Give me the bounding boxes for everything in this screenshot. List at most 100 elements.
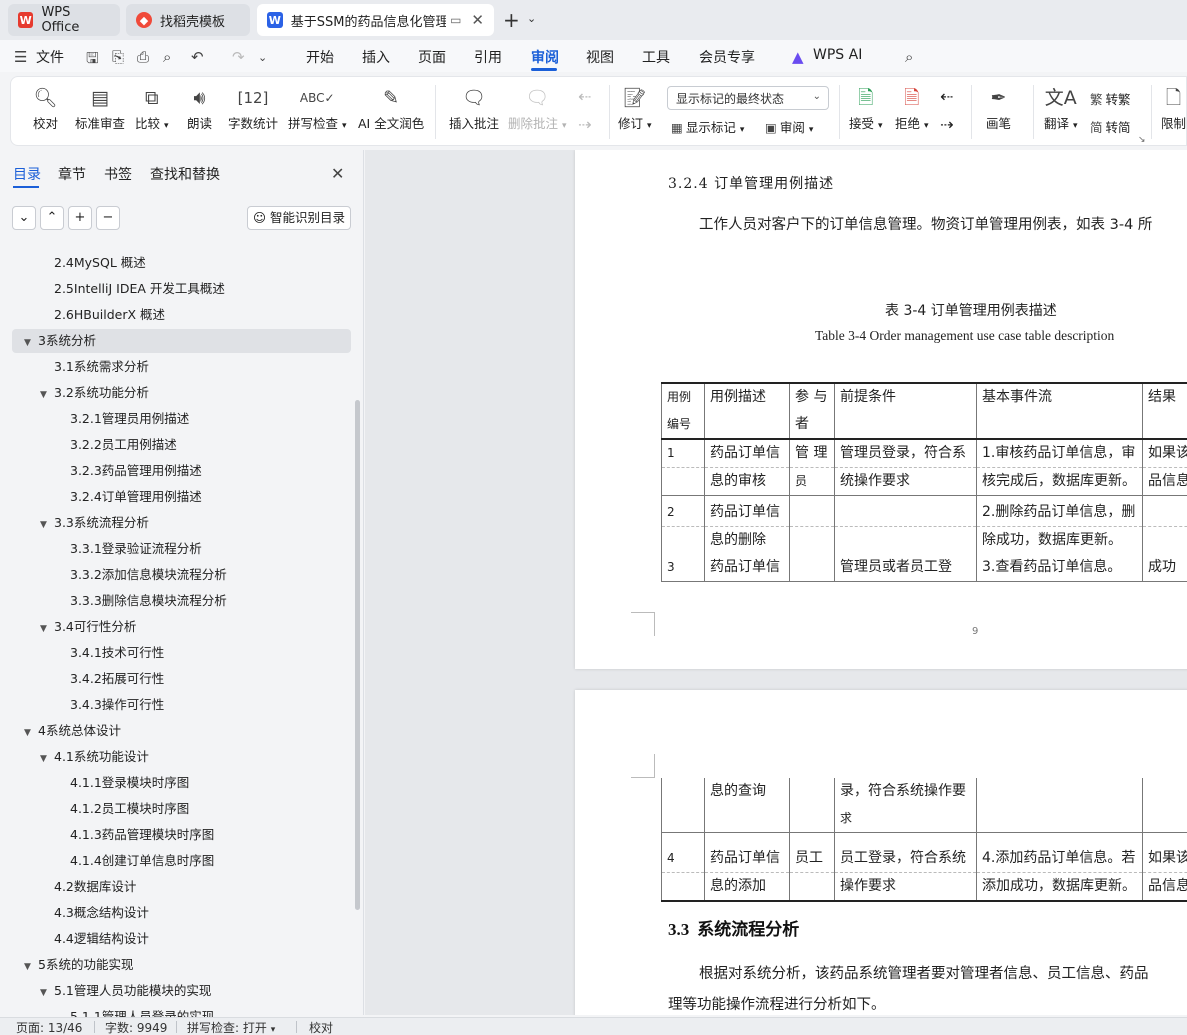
- toc-item[interactable]: 2.4MySQL 概述: [54, 252, 146, 274]
- compare-button[interactable]: ⧉ 比较 ▾: [135, 83, 169, 132]
- toc-expand-arrow-icon[interactable]: ▼: [40, 748, 54, 770]
- toc-expand-arrow-icon[interactable]: ▼: [24, 332, 38, 354]
- toc-item[interactable]: ▼ 4.1系统功能设计: [40, 746, 149, 768]
- word-count-button[interactable]: [12] 字数统计: [228, 83, 278, 132]
- chevron-down-icon[interactable]: ⌄: [527, 12, 536, 25]
- toc-item[interactable]: 2.5IntelliJ IDEA 开发工具概述: [54, 278, 225, 300]
- reject-button[interactable]: 🗎 拒绝 ▾: [895, 83, 929, 132]
- tab-wps-office[interactable]: W WPS Office: [8, 4, 120, 36]
- add-heading-button[interactable]: +: [68, 206, 92, 230]
- nav-tab-find-replace[interactable]: 查找和替换: [150, 164, 220, 184]
- new-tab-plus-icon[interactable]: +: [503, 8, 520, 32]
- toc-item[interactable]: 3.1系统需求分析: [54, 356, 149, 378]
- nav-tab-chapters[interactable]: 章节: [58, 164, 86, 184]
- toc-item[interactable]: ▼ 5系统的功能实现: [24, 954, 133, 976]
- toc-item[interactable]: 4.1.1登录模块时序图: [70, 772, 189, 794]
- menu-insert[interactable]: 插入: [362, 47, 390, 67]
- toc-item[interactable]: ▼ 4系统总体设计: [24, 720, 121, 742]
- toc-item[interactable]: 3.2.3药品管理用例描述: [70, 460, 202, 482]
- insert-comment-button[interactable]: 🗨︎ 插入批注: [449, 83, 499, 132]
- nav-scrollbar[interactable]: [355, 400, 360, 910]
- screen-icon[interactable]: ▭: [450, 13, 461, 27]
- toc-item[interactable]: 4.1.2员工模块时序图: [70, 798, 189, 820]
- print-preview-icon[interactable]: ⌕: [163, 48, 171, 66]
- status-spell-check[interactable]: 拼写检查: 打开 ▾: [187, 1019, 275, 1035]
- print-icon[interactable]: ⎙: [137, 48, 149, 66]
- toc-item[interactable]: 3.3.1登录验证流程分析: [70, 538, 202, 560]
- toc-expand-arrow-icon[interactable]: ▼: [24, 956, 38, 978]
- toc-item[interactable]: 3.2.4订单管理用例描述: [70, 486, 202, 508]
- toc-item[interactable]: 3.4.1技术可行性: [70, 642, 164, 664]
- toc-item[interactable]: 3.3.2添加信息模块流程分析: [70, 564, 227, 586]
- ai-proofread-button[interactable]: ✎ AI 全文润色: [358, 83, 424, 132]
- toc-expand-arrow-icon[interactable]: ▼: [24, 722, 38, 744]
- toc-item[interactable]: 4.1.4创建订单信息时序图: [70, 850, 214, 872]
- smart-toc-button[interactable]: ☺ 智能识别目录: [247, 206, 351, 230]
- close-icon[interactable]: ✕: [331, 164, 344, 183]
- expand-group-icon[interactable]: ↘: [1138, 135, 1146, 145]
- previous-change-icon[interactable]: ⇠: [940, 87, 953, 106]
- spell-check-button[interactable]: ABC✓ 拼写检查 ▾: [288, 83, 347, 132]
- hamburger-menu-icon[interactable]: ☰: [14, 48, 27, 66]
- to-simplified-button[interactable]: 简转简: [1090, 117, 1131, 136]
- restrict-editing-button[interactable]: 🗋 限制: [1161, 83, 1186, 132]
- toc-item[interactable]: ▼ 3.3系统流程分析: [40, 512, 149, 534]
- tab-document[interactable]: W 基于SSM的药品信息化管理系统 ▭ ✕: [257, 4, 494, 36]
- menu-references[interactable]: 引用: [474, 47, 502, 67]
- menu-layout[interactable]: 页面: [418, 47, 446, 67]
- status-page[interactable]: 页面: 13/46: [16, 1019, 82, 1035]
- toc-item[interactable]: ▼ 3.4可行性分析: [40, 616, 136, 638]
- redo-icon[interactable]: ↷: [232, 48, 245, 66]
- nav-tab-bookmarks[interactable]: 书签: [104, 164, 132, 184]
- close-icon[interactable]: ✕: [471, 11, 484, 29]
- toc-item[interactable]: 3.4.3操作可行性: [70, 694, 164, 716]
- toc-expand-arrow-icon[interactable]: ▼: [40, 982, 54, 1004]
- undo-icon[interactable]: ↶: [191, 48, 204, 66]
- to-traditional-button[interactable]: 繁转繁: [1090, 89, 1131, 108]
- remove-heading-button[interactable]: −: [96, 206, 120, 230]
- wps-ai-icon[interactable]: ▲: [792, 48, 804, 66]
- previous-comment-icon[interactable]: ⇠: [578, 87, 591, 106]
- next-comment-icon[interactable]: ⇢: [578, 115, 591, 134]
- toc-item[interactable]: 3.4.2拓展可行性: [70, 668, 164, 690]
- toc-item[interactable]: 4.3概念结构设计: [54, 902, 149, 924]
- menu-wps-ai[interactable]: WPS AI: [813, 47, 862, 63]
- toc-item[interactable]: 4.1.3药品管理模块时序图: [70, 824, 214, 846]
- toc-item[interactable]: 4.4逻辑结构设计: [54, 928, 149, 950]
- expand-up-button[interactable]: ⌃: [40, 206, 64, 230]
- toc-expand-arrow-icon[interactable]: ▼: [40, 514, 54, 536]
- status-word-count[interactable]: 字数: 9949: [105, 1019, 167, 1035]
- menu-membership[interactable]: 会员专享: [699, 47, 755, 67]
- standard-review-button[interactable]: ▤ 标准审查: [75, 83, 125, 132]
- tab-daoke-templates[interactable]: ◆ 找稻壳模板: [126, 4, 250, 36]
- ink-button[interactable]: ✒ 画笔: [986, 83, 1011, 132]
- menu-view[interactable]: 视图: [586, 47, 614, 67]
- status-proofread[interactable]: 校对: [309, 1019, 333, 1035]
- toc-item[interactable]: 3.2.1管理员用例描述: [70, 408, 189, 430]
- menu-file[interactable]: 文件: [36, 47, 64, 67]
- delete-comment-button[interactable]: 🗨︎ 删除批注 ▾: [508, 83, 567, 132]
- proofread-button[interactable]: 🔍︎ 校对: [33, 83, 58, 132]
- menu-home[interactable]: 开始: [306, 47, 334, 67]
- document-area[interactable]: 3.2.4 订单管理用例描述 工作人员对客户下的订单信息管理。物资订单管理用例表…: [365, 150, 1187, 1015]
- toc-expand-arrow-icon[interactable]: ▼: [40, 618, 54, 640]
- translate-button[interactable]: 文A 翻译 ▾: [1044, 83, 1078, 132]
- export-icon[interactable]: ⎘: [112, 48, 124, 66]
- quick-access-chevron-icon[interactable]: ⌄: [258, 51, 267, 64]
- toc-item[interactable]: ▼ 3系统分析: [24, 330, 96, 352]
- nav-tab-toc[interactable]: 目录: [13, 164, 41, 184]
- toc-item[interactable]: 4.2数据库设计: [54, 876, 136, 898]
- collapse-all-button[interactable]: ⌄: [12, 206, 36, 230]
- show-markup-button[interactable]: ▦ 显示标记 ▾: [671, 117, 744, 136]
- read-aloud-button[interactable]: 🔊︎ 朗读: [187, 83, 212, 132]
- toc-item[interactable]: ▼ 5.1管理人员功能模块的实现: [40, 980, 211, 1002]
- toc-item[interactable]: 3.3.3删除信息模块流程分析: [70, 590, 227, 612]
- toc-item[interactable]: ▼ 3.2系统功能分析: [40, 382, 149, 404]
- track-changes-button[interactable]: 📝︎ 修订 ▾: [618, 83, 652, 132]
- accept-button[interactable]: 🗎 接受 ▾: [849, 83, 883, 132]
- save-icon[interactable]: 🖫: [86, 48, 99, 73]
- toc-item[interactable]: 2.6HBuilderX 概述: [54, 304, 165, 326]
- toc-item[interactable]: 3.2.2员工用例描述: [70, 434, 177, 456]
- next-change-icon[interactable]: ⇢: [940, 115, 953, 134]
- markup-mode-select[interactable]: 显示标记的最终状态 ⌄: [667, 86, 829, 110]
